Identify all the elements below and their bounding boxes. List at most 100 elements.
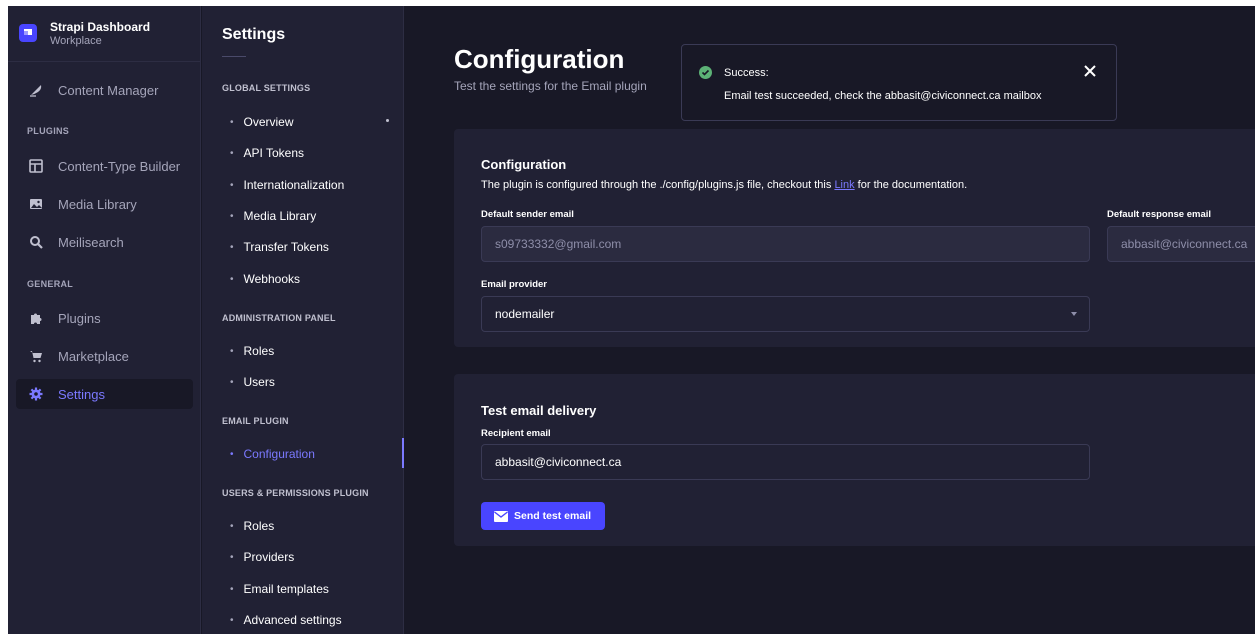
description-text: The plugin is configured through the ./c… — [481, 179, 835, 191]
sender-email-field: s09733332@gmail.com — [481, 226, 1090, 262]
brand-subtitle: Workplace — [50, 35, 102, 47]
recipient-email-input[interactable]: abbasit@civiconnect.ca — [481, 444, 1090, 480]
subnav-item-label: Email templates — [243, 582, 329, 596]
subnav-item-roles[interactable]: • Roles — [222, 338, 404, 364]
subnav-item-internationalization[interactable]: • Internationalization — [222, 172, 404, 198]
panel-description: The plugin is configured through the ./c… — [481, 179, 967, 191]
nav-item-label: Media Library — [58, 196, 137, 212]
subnav-section-admin: ADMINISTRATION PANEL — [222, 313, 336, 323]
subnav-item-label: Roles — [243, 344, 275, 358]
button-label: Send test email — [514, 510, 592, 522]
feather-icon — [28, 82, 44, 98]
subnav-item-advanced-settings[interactable]: • Advanced settings — [222, 607, 404, 633]
bullet-icon: • — [230, 147, 234, 159]
check-icon — [699, 66, 712, 79]
image-icon — [28, 196, 44, 212]
divider — [222, 56, 246, 57]
subnav-item-transfer-tokens[interactable]: • Transfer Tokens — [222, 234, 404, 260]
bullet-icon: • — [230, 241, 234, 253]
bullet-icon: • — [230, 448, 234, 460]
nav-item-marketplace[interactable]: Marketplace — [16, 341, 193, 371]
subnav-item-label: Advanced settings — [243, 613, 342, 627]
nav-item-label: Settings — [58, 386, 105, 402]
subnav-item-label: Transfer Tokens — [243, 240, 329, 254]
subnav-item-label: Providers — [243, 550, 295, 564]
subnav-item-label: Overview — [243, 115, 294, 129]
nav-item-media-library[interactable]: Media Library — [16, 189, 193, 219]
send-test-email-button[interactable]: Send test email — [481, 502, 606, 530]
subnav-item-label: Media Library — [243, 209, 317, 223]
subnav-item-up-roles[interactable]: • Roles — [222, 513, 404, 539]
nav-item-content-manager[interactable]: Content Manager — [16, 75, 193, 105]
response-email-field: abbasit@civiconnect.ca — [1107, 226, 1255, 262]
subnav-item-api-tokens[interactable]: • API Tokens — [222, 140, 404, 166]
nav-item-label: Meilisearch — [58, 234, 124, 250]
subnav-item-label: Roles — [243, 519, 275, 533]
bullet-icon: • — [230, 273, 234, 285]
selected-value: nodemailer — [495, 307, 555, 321]
sender-email-label: Default sender email — [481, 209, 574, 220]
bullet-icon: • — [230, 345, 234, 357]
subnav-section-email: EMAIL PLUGIN — [222, 416, 289, 426]
nav-item-meilisearch[interactable]: Meilisearch — [16, 227, 193, 257]
page-title: Configuration — [454, 44, 625, 74]
configuration-panel: Configuration The plugin is configured t… — [454, 129, 1255, 347]
search-icon — [28, 234, 44, 250]
subnav-item-email-templates[interactable]: • Email templates — [222, 576, 404, 602]
close-icon[interactable] — [1082, 63, 1098, 79]
puzzle-icon — [28, 310, 44, 326]
bullet-icon: • — [230, 376, 234, 388]
bullet-icon: • — [230, 614, 234, 626]
mail-icon — [494, 510, 508, 522]
strapi-logo-icon — [19, 24, 37, 42]
subnav-item-webhooks[interactable]: • Webhooks — [222, 266, 404, 292]
settings-subnav: Settings GLOBAL SETTINGS • Overview • API … — [202, 6, 404, 634]
page-subtitle: Test the settings for the Email plugin — [454, 79, 647, 93]
brand-title: Strapi Dashboard — [50, 20, 151, 34]
nav-item-settings[interactable]: Settings — [16, 379, 193, 409]
subnav-item-label: Webhooks — [243, 272, 300, 286]
chevron-down-icon — [1071, 312, 1077, 316]
nav-item-label: Content Manager — [58, 82, 159, 98]
subnav-item-label: Users — [243, 375, 275, 389]
bullet-icon: • — [230, 583, 234, 595]
nav-item-plugins[interactable]: Plugins — [16, 303, 193, 333]
response-email-label: Default response email — [1107, 209, 1212, 220]
nav-section-plugins: PLUGINS — [27, 126, 70, 136]
bullet-icon: • — [230, 551, 234, 563]
test-email-panel: Test email delivery Recipient email abba… — [454, 374, 1255, 546]
main-nav: Strapi Dashboard Workplace Content Manag… — [8, 6, 201, 634]
documentation-link[interactable]: Link — [834, 179, 854, 191]
success-toast: Success: Email test succeeded, check the… — [681, 44, 1117, 121]
panel-title: Configuration — [481, 157, 567, 172]
toast-message: Email test succeeded, check the abbasit@… — [724, 90, 1042, 102]
nav-item-label: Content-Type Builder — [58, 158, 181, 174]
subnav-item-providers[interactable]: • Providers — [222, 544, 404, 570]
subnav-item-label: Internationalization — [243, 178, 345, 192]
bullet-icon: • — [230, 210, 234, 222]
email-provider-label: Email provider — [481, 279, 547, 290]
nav-section-general: GENERAL — [27, 279, 74, 289]
nav-item-label: Marketplace — [58, 348, 129, 364]
panel-title: Test email delivery — [481, 403, 597, 418]
subnav-title: Settings — [222, 26, 286, 43]
subnav-item-label: API Tokens — [243, 146, 304, 160]
cog-icon — [28, 386, 44, 402]
notification-dot — [386, 119, 389, 122]
bullet-icon: • — [230, 179, 234, 191]
nav-item-label: Plugins — [58, 310, 101, 326]
subnav-item-configuration[interactable]: • Configuration — [222, 441, 404, 467]
nav-item-content-type-builder[interactable]: Content-Type Builder — [16, 151, 193, 181]
email-provider-select[interactable]: nodemailer — [481, 296, 1090, 332]
app-window: Strapi Dashboard Workplace Content Manag… — [8, 6, 1255, 634]
description-text: for the documentation. — [854, 179, 968, 191]
subnav-item-media-library[interactable]: • Media Library — [222, 203, 404, 229]
brand: Strapi Dashboard Workplace — [8, 6, 201, 62]
subnav-section-global: GLOBAL SETTINGS — [222, 83, 311, 93]
bullet-icon: • — [230, 116, 234, 128]
subnav-section-users-permissions: USERS & PERMISSIONS PLUGIN — [222, 488, 369, 498]
subnav-item-users[interactable]: • Users — [222, 369, 404, 395]
bullet-icon: • — [230, 520, 234, 532]
layout-icon — [28, 158, 44, 174]
subnav-item-overview[interactable]: • Overview — [222, 109, 404, 135]
